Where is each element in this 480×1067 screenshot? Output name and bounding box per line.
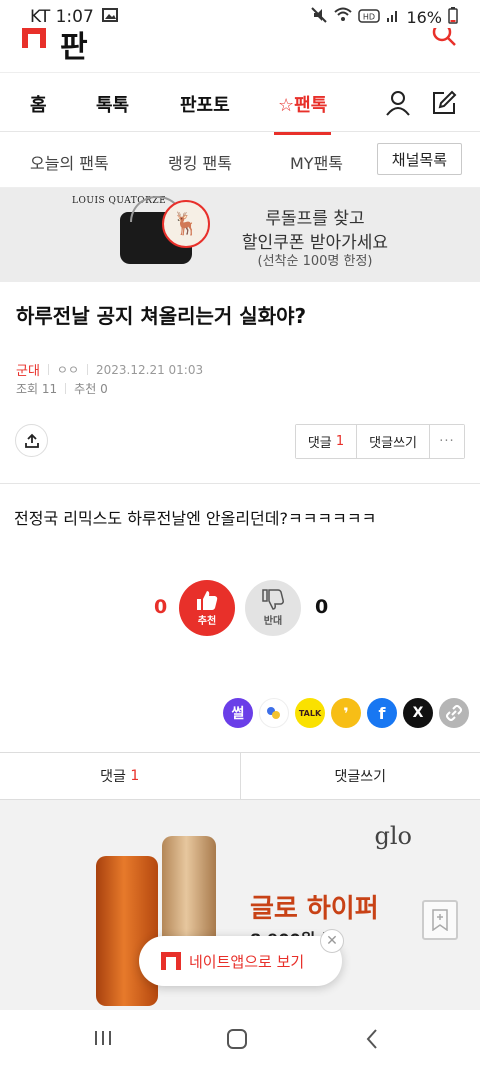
upvote-label: 추천 (197, 616, 217, 627)
nav-pannphoto[interactable]: 판포토 (180, 91, 230, 117)
upvote-count: 0 (154, 596, 168, 618)
kakaotalk-icon[interactable]: TALK (295, 698, 325, 728)
system-nav-bar (0, 1010, 480, 1067)
kakaostory-icon[interactable]: ❜ (331, 698, 361, 728)
meta-divider (47, 364, 49, 375)
glo-ad-title: 글로 하이퍼 (250, 894, 379, 924)
nav-home[interactable]: 홈 (30, 91, 47, 117)
recent-apps-icon[interactable] (92, 1028, 114, 1054)
ad-line3: (선착순 100명 한정) (257, 254, 373, 269)
post-date: 2023.12.21 01:03 (96, 362, 204, 377)
reindeer-icon: 🦌 (162, 200, 210, 248)
share-icon (24, 433, 39, 448)
post-recommends: 추천 0 (74, 382, 108, 396)
downvote-button[interactable]: 반대 (245, 580, 301, 636)
close-icon[interactable]: ✕ (320, 929, 344, 953)
ad-banner[interactable]: LOUIS QUATORZE 🦌 루돌프를 찾고 할인쿠폰 받아가세요 (선착순… (0, 188, 480, 282)
band-icon[interactable] (259, 698, 289, 728)
open-in-app-text: 네이트앱으로 보기 (189, 952, 305, 971)
nate-logo-icon (161, 952, 181, 970)
search-icon[interactable] (430, 28, 458, 48)
user-icon[interactable] (384, 89, 412, 117)
channel-list-button[interactable]: 채널목록 (376, 143, 462, 175)
signal-icon (386, 8, 400, 27)
back-icon[interactable] (364, 1028, 380, 1056)
open-in-app-popup[interactable]: 네이트앱으로 보기 ✕ (139, 929, 344, 986)
post-actions: 댓글 1 댓글쓰기 ··· (294, 424, 465, 459)
thumbs-up-icon (197, 591, 218, 610)
battery-icon (448, 6, 458, 28)
post-author: ㅇㅇ (56, 363, 80, 377)
nate-logo-icon[interactable] (22, 28, 46, 48)
subnav-my-fantok[interactable]: MY팬톡 (290, 150, 343, 174)
pann-logo-text[interactable]: 판 (60, 28, 88, 66)
post-stats: 조회 11 추천 0 (16, 380, 108, 397)
write-comment-tab[interactable]: 댓글쓰기 (241, 753, 480, 799)
comment-tab-label: 댓글 (100, 769, 126, 785)
bookmark-icon (432, 909, 448, 931)
bookmark-add-button[interactable] (422, 900, 458, 940)
share-button[interactable] (15, 424, 48, 457)
more-options-button[interactable]: ··· (430, 425, 464, 458)
content-divider (0, 483, 480, 484)
comment-count: 1 (335, 434, 345, 449)
subnav-ranking-fantok[interactable]: 랭킹 팬톡 (168, 150, 232, 174)
x-icon[interactable]: X (403, 698, 433, 728)
mute-icon (310, 6, 328, 28)
comment-label: 댓글 (307, 436, 332, 451)
nav-toktok[interactable]: 톡톡 (96, 91, 129, 117)
meta-divider (87, 364, 89, 375)
ad-line1: 루돌프를 찾고 (265, 209, 365, 229)
downvote-count: 0 (315, 596, 329, 618)
sub-nav: 오늘의 팬톡 랭킹 팬톡 MY팬톡 채널목록 (0, 132, 480, 188)
home-icon[interactable] (226, 1028, 248, 1056)
facebook-icon[interactable]: f (367, 698, 397, 728)
gallery-notification-icon (101, 7, 118, 27)
comment-tab[interactable]: 댓글 1 (0, 753, 241, 799)
hd-icon: HD (358, 8, 381, 27)
write-comment-button[interactable]: 댓글쓰기 (357, 425, 430, 458)
status-time: KT 1:07 (30, 7, 94, 27)
nav-fantok[interactable]: ☆팬톡 (273, 91, 332, 135)
write-icon[interactable] (430, 89, 458, 117)
vote-area: 0 추천 반대 0 (0, 580, 480, 636)
ad-device-orange (96, 856, 158, 1006)
comment-tab-count: 1 (130, 768, 140, 784)
post-views: 조회 11 (16, 382, 58, 396)
social-share-row: 썰 TALK ❜ f X (223, 698, 469, 728)
ssul-icon[interactable]: 썰 (223, 698, 253, 728)
subnav-today-fantok[interactable]: 오늘의 팬톡 (30, 150, 109, 174)
upvote-button[interactable]: 추천 (179, 580, 235, 636)
comment-count-button[interactable]: 댓글 1 (295, 425, 358, 458)
thumbs-down-icon (262, 589, 284, 610)
main-nav: 홈 톡톡 판포토 ☆팬톡 (0, 72, 480, 135)
comment-bar: 댓글 1 댓글쓰기 (0, 752, 480, 800)
glo-logo: glo (374, 822, 413, 850)
svg-text:HD: HD (363, 12, 375, 21)
app-header: 판 (0, 28, 480, 72)
link-icon[interactable] (439, 698, 469, 728)
battery-percent: 16% (406, 7, 442, 27)
post-body: 전정국 리믹스도 하루전날엔 안올리던데?ㅋㅋㅋㅋㅋㅋ (14, 509, 377, 528)
wifi-icon (334, 7, 353, 27)
post-channel[interactable]: 군대 (16, 360, 40, 379)
downvote-label: 반대 (263, 616, 283, 627)
meta-divider (65, 383, 67, 394)
post-meta: 군대 ㅇㅇ 2023.12.21 01:03 (16, 360, 204, 380)
post-title: 하루전날 공지 쳐올리는거 실화야? (16, 304, 307, 328)
